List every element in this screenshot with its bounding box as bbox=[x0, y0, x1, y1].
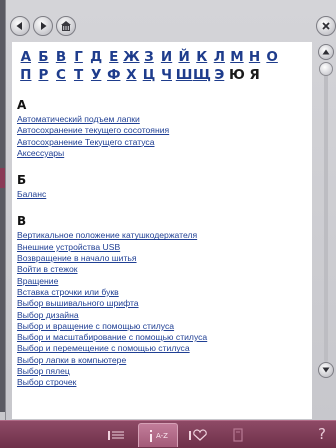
scroll-up-button[interactable] bbox=[318, 44, 334, 60]
index-entry-link[interactable]: Возвращение в начало шитья bbox=[17, 253, 312, 264]
section-heading: А bbox=[17, 98, 27, 112]
index-entry-link[interactable]: Выбор и вращение с помощью стилуса bbox=[17, 321, 312, 332]
index-entry-link[interactable]: Внешние устройства USB bbox=[17, 242, 312, 253]
arrow-left-icon bbox=[16, 22, 22, 30]
alphabet-letter[interactable]: Е bbox=[105, 49, 123, 65]
index-section: А Автоматический подъем лапки Автосохранен… bbox=[17, 98, 312, 159]
home-button[interactable] bbox=[56, 16, 76, 36]
alphabet-letter[interactable]: Р bbox=[35, 67, 53, 83]
index-entry-link[interactable]: Вращение bbox=[17, 276, 312, 287]
section-heading: В bbox=[17, 214, 27, 229]
index-entry-link[interactable]: Войти в стежок bbox=[17, 264, 312, 275]
alphabet-row-2: ПРСТУФХЦЧШЩЭЮЯ bbox=[17, 66, 312, 84]
index-entry-link[interactable]: Выбор пялец bbox=[17, 366, 312, 377]
alphabet-letter[interactable]: К bbox=[193, 49, 211, 65]
alphabet-letter[interactable]: У bbox=[87, 67, 105, 83]
alphabet-letter[interactable]: Ц bbox=[140, 67, 158, 83]
alphabet-letter[interactable]: Ж bbox=[123, 49, 141, 65]
alphabet-letter[interactable]: Н bbox=[246, 49, 264, 65]
book-icon bbox=[233, 428, 243, 442]
back-button[interactable] bbox=[10, 16, 30, 36]
info-icon bbox=[150, 429, 153, 442]
alphabet-letter[interactable]: И bbox=[158, 49, 176, 65]
index-entry-link[interactable]: Автосохранение Текущего статуса bbox=[17, 137, 312, 148]
heart-icon bbox=[189, 429, 207, 441]
home-icon bbox=[61, 21, 71, 31]
alphabet-letter[interactable]: Л bbox=[211, 49, 229, 65]
index-entry-link[interactable]: Баланс bbox=[17, 189, 312, 200]
alphabet-letter[interactable]: Ф bbox=[105, 67, 123, 83]
arrow-right-icon bbox=[41, 22, 47, 30]
index-section: Б Баланс bbox=[17, 173, 312, 200]
alphabet-letter[interactable]: Э bbox=[211, 67, 229, 83]
alphabet-letter[interactable]: Ч bbox=[158, 67, 176, 83]
alphabet-row-1: АБВГДЕЖЗИЙКЛМНО bbox=[17, 48, 312, 66]
tab-a-z-label: A-Z bbox=[156, 431, 168, 440]
index-entry-link[interactable]: Выбор лапки в компьютере bbox=[17, 355, 312, 366]
list-icon bbox=[108, 431, 124, 440]
alphabet-letter[interactable]: Д bbox=[87, 49, 105, 65]
index-entry-link[interactable]: Автосохранение текущего сосотояния bbox=[17, 125, 312, 136]
alphabet-letter[interactable]: О bbox=[263, 49, 281, 65]
scroll-down-button[interactable] bbox=[318, 362, 334, 378]
forward-button[interactable] bbox=[33, 16, 53, 36]
scroll-track[interactable] bbox=[324, 62, 328, 362]
index-entry-link[interactable]: Вставка строчки или букв bbox=[17, 287, 312, 298]
help-icon[interactable]: ? bbox=[318, 425, 326, 443]
index-entry-link[interactable]: Аксессуары bbox=[17, 148, 312, 159]
tab-book[interactable] bbox=[226, 423, 250, 447]
close-button[interactable] bbox=[316, 16, 336, 36]
index-entry-link[interactable]: Вертикальное положение катушкодержателя bbox=[17, 230, 312, 241]
scroll-thumb[interactable] bbox=[319, 62, 333, 76]
alphabet-letter[interactable]: М bbox=[228, 49, 246, 65]
toolbar bbox=[6, 0, 336, 40]
index-entry-link[interactable]: Выбор строчек bbox=[17, 377, 312, 388]
index-entry-link[interactable]: Выбор дизайна bbox=[17, 310, 312, 321]
alphabet-letter[interactable]: А bbox=[17, 49, 35, 65]
alphabet-letter[interactable]: Щ bbox=[193, 67, 211, 83]
help-window: АБВГДЕЖЗИЙКЛМНО ПРСТУФХЦЧШЩЭЮЯ А Автомати… bbox=[5, 0, 336, 420]
chevron-down-icon bbox=[322, 367, 330, 373]
index-entry-link[interactable]: Выбор и перемещение с помощью стилуса bbox=[17, 343, 312, 354]
alphabet-letter: Ю bbox=[228, 67, 245, 83]
index-entry-link[interactable]: Автоматический подъем лапки bbox=[17, 114, 312, 125]
index-content: АБВГДЕЖЗИЙКЛМНО ПРСТУФХЦЧШЩЭЮЯ А Автомати… bbox=[12, 42, 312, 419]
tab-favorites[interactable] bbox=[182, 423, 214, 447]
alphabet-letter[interactable]: З bbox=[140, 49, 158, 65]
alphabet-letter[interactable]: Ш bbox=[175, 67, 193, 83]
index-section: В Вертикальное положение катушкодержателя… bbox=[17, 214, 312, 388]
scrollbar[interactable] bbox=[318, 44, 334, 384]
index-entry-link[interactable]: Выбор и масштабирование с помощью стилус… bbox=[17, 332, 312, 343]
close-icon bbox=[322, 22, 330, 30]
bottom-tab-bar: A-Z ? bbox=[0, 420, 336, 448]
alphabet-letter: Я bbox=[249, 67, 260, 83]
alphabet-letter[interactable]: Г bbox=[70, 49, 88, 65]
alphabet-letter[interactable]: Т bbox=[70, 67, 88, 83]
alphabet-letter[interactable]: Й bbox=[175, 49, 193, 65]
alphabet-letter[interactable]: Х bbox=[123, 67, 141, 83]
alphabet-letter[interactable]: П bbox=[17, 67, 35, 83]
index-entry-link[interactable]: Выбор вышивального шрифта bbox=[17, 298, 312, 309]
tab-a-z-index[interactable]: A-Z bbox=[138, 423, 178, 447]
section-heading: Б bbox=[17, 173, 27, 188]
alphabet-letter[interactable]: С bbox=[52, 67, 70, 83]
alphabet-letter[interactable]: Б bbox=[35, 49, 53, 65]
tab-contents[interactable] bbox=[100, 423, 132, 447]
chevron-up-icon bbox=[322, 49, 330, 55]
index-sections: А Автоматический подъем лапки Автосохранен… bbox=[17, 98, 312, 389]
alphabet-letter[interactable]: В bbox=[52, 49, 70, 65]
